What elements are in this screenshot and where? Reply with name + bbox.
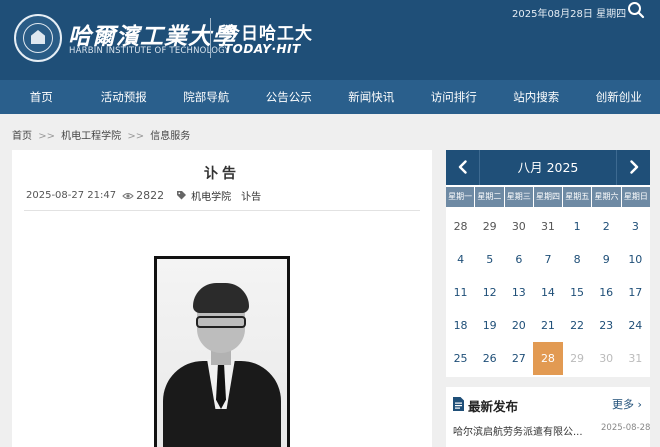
tag-obituary[interactable]: 讣告 bbox=[241, 188, 261, 203]
latest-post-link[interactable]: 哈尔滨启航劳务派遣有限公... bbox=[453, 423, 583, 438]
calendar-day[interactable]: 17 bbox=[621, 276, 650, 309]
article-datetime: 2025-08-27 21:47 bbox=[26, 190, 117, 201]
calendar-day[interactable]: 25 bbox=[446, 342, 475, 375]
calendar-day[interactable]: 5 bbox=[475, 243, 504, 276]
breadcrumb-separator: >> bbox=[127, 131, 145, 142]
calendar-week-row: 25 26 27 28 29 30 31 bbox=[446, 342, 650, 375]
calendar-week-row: 4 5 6 7 8 9 10 bbox=[446, 243, 650, 276]
portrait-glasses bbox=[196, 316, 246, 328]
calendar-day[interactable]: 11 bbox=[446, 276, 475, 309]
calendar-weekdays: 星期一 星期二 星期三 星期四 星期五 星期六 星期日 bbox=[446, 187, 650, 207]
calendar-day-today[interactable]: 28 bbox=[533, 342, 563, 375]
calendar-day[interactable]: 27 bbox=[504, 342, 533, 375]
divider bbox=[24, 210, 420, 211]
weekday-label: 星期日 bbox=[621, 187, 650, 207]
calendar-month-label: 八月 2025 bbox=[517, 160, 579, 175]
calendar-header: 八月 2025 bbox=[446, 150, 650, 185]
calendar-week-row: 18 19 20 21 22 23 24 bbox=[446, 309, 650, 342]
nav-item-home[interactable]: 首页 bbox=[0, 80, 83, 114]
logo-divider bbox=[210, 18, 211, 58]
latest-posts-title: 最新发布 bbox=[468, 399, 519, 414]
calendar-day[interactable]: 1 bbox=[563, 210, 592, 243]
calendar-day[interactable]: 29 bbox=[475, 210, 504, 243]
document-icon bbox=[453, 397, 464, 411]
portrait-photo bbox=[157, 259, 287, 447]
article-title: 讣告 bbox=[204, 166, 240, 182]
main-nav: 首页 活动预报 院部导航 公告公示 新闻快讯 访问排行 站内搜索 创新创业 bbox=[0, 80, 660, 114]
calendar-day[interactable]: 7 bbox=[533, 243, 562, 276]
calendar-day[interactable]: 14 bbox=[533, 276, 562, 309]
calendar-week-row: 28 29 30 31 1 2 3 bbox=[446, 210, 650, 243]
calendar-prev-button[interactable] bbox=[446, 150, 480, 185]
more-link[interactable]: 更多 › bbox=[612, 396, 642, 412]
portrait-hair bbox=[193, 283, 249, 313]
university-seal-logo[interactable] bbox=[14, 14, 62, 62]
nav-item-news[interactable]: 新闻快讯 bbox=[330, 80, 413, 114]
calendar-day[interactable]: 30 bbox=[592, 342, 621, 375]
latest-post-date: 2025-08-28 bbox=[601, 423, 651, 433]
calendar-day[interactable]: 15 bbox=[563, 276, 592, 309]
tag-college[interactable]: 机电学院 bbox=[191, 188, 231, 203]
latest-posts-panel: 最新发布 更多 › 哈尔滨启航劳务派遣有限公... 2025-08-28 bbox=[446, 387, 650, 447]
site-name-en: TODAY·HIT bbox=[224, 42, 301, 56]
calendar-day[interactable]: 6 bbox=[504, 243, 533, 276]
breadcrumb-college[interactable]: 机电工程学院 bbox=[61, 131, 121, 142]
tag-icon bbox=[177, 191, 187, 200]
article-card: 讣告 2025-08-27 21:47 2822 机电学院 讣告 bbox=[12, 150, 432, 447]
calendar-day[interactable]: 28 bbox=[446, 210, 475, 243]
weekday-label: 星期一 bbox=[446, 187, 475, 207]
site-header: 哈爾濱工業大學 HARBIN INSTITUTE OF TECHNOLOGY 今… bbox=[0, 0, 660, 80]
eye-icon bbox=[122, 192, 134, 199]
calendar-day[interactable]: 10 bbox=[621, 243, 650, 276]
nav-item-departments[interactable]: 院部导航 bbox=[165, 80, 248, 114]
calendar-day[interactable]: 13 bbox=[504, 276, 533, 309]
calendar-widget: 八月 2025 星期一 星期二 星期三 星期四 星期五 星期六 星期日 28 2… bbox=[446, 150, 650, 377]
view-count: 2822 bbox=[136, 189, 165, 202]
portrait-frame bbox=[154, 256, 290, 447]
nav-item-events[interactable]: 活动预报 bbox=[83, 80, 166, 114]
nav-item-search[interactable]: 站内搜索 bbox=[495, 80, 578, 114]
breadcrumb-separator: >> bbox=[38, 131, 55, 142]
calendar-day[interactable]: 19 bbox=[475, 309, 504, 342]
calendar-day[interactable]: 21 bbox=[533, 309, 562, 342]
calendar-day[interactable]: 31 bbox=[533, 210, 562, 243]
calendar-day[interactable]: 20 bbox=[504, 309, 533, 342]
search-icon[interactable] bbox=[627, 1, 645, 19]
calendar-day[interactable]: 24 bbox=[621, 309, 650, 342]
calendar-day[interactable]: 29 bbox=[563, 342, 592, 375]
weekday-label: 星期六 bbox=[592, 187, 621, 207]
current-date: 2025年08月28日 星期四 bbox=[512, 9, 627, 20]
calendar-day[interactable]: 9 bbox=[592, 243, 621, 276]
weekday-label: 星期三 bbox=[504, 187, 533, 207]
nav-item-ranking[interactable]: 访问排行 bbox=[413, 80, 496, 114]
calendar-day[interactable]: 23 bbox=[592, 309, 621, 342]
calendar-day[interactable]: 26 bbox=[475, 342, 504, 375]
calendar-day[interactable]: 12 bbox=[475, 276, 504, 309]
calendar-day[interactable]: 8 bbox=[563, 243, 592, 276]
calendar-day[interactable]: 31 bbox=[621, 342, 650, 375]
calendar-grid: 28 29 30 31 1 2 3 4 5 6 7 8 9 10 11 12 1… bbox=[446, 210, 650, 375]
calendar-day[interactable]: 4 bbox=[446, 243, 475, 276]
calendar-day[interactable]: 18 bbox=[446, 309, 475, 342]
calendar-day[interactable]: 2 bbox=[592, 210, 621, 243]
calendar-next-button[interactable] bbox=[616, 150, 650, 185]
calendar-day[interactable]: 16 bbox=[592, 276, 621, 309]
article-meta: 2025-08-27 21:47 2822 机电学院 讣告 bbox=[26, 188, 271, 203]
weekday-label: 星期四 bbox=[533, 187, 563, 207]
calendar-week-row: 11 12 13 14 15 16 17 bbox=[446, 276, 650, 309]
breadcrumb-info-service[interactable]: 信息服务 bbox=[150, 131, 190, 142]
weekday-label: 星期五 bbox=[563, 187, 592, 207]
nav-item-announcements[interactable]: 公告公示 bbox=[248, 80, 331, 114]
calendar-day[interactable]: 30 bbox=[504, 210, 533, 243]
chevron-left-icon bbox=[458, 160, 467, 174]
calendar-day[interactable]: 3 bbox=[621, 210, 650, 243]
calendar-day[interactable]: 22 bbox=[563, 309, 592, 342]
university-name-en: HARBIN INSTITUTE OF TECHNOLOGY bbox=[69, 46, 230, 56]
breadcrumb: 首页 >> 机电工程学院 >> 信息服务 bbox=[12, 127, 190, 142]
chevron-right-icon bbox=[630, 160, 639, 174]
site-name-cn[interactable]: 今日哈工大 bbox=[223, 19, 313, 44]
nav-item-innovation[interactable]: 创新创业 bbox=[578, 80, 660, 114]
breadcrumb-home[interactable]: 首页 bbox=[12, 131, 32, 142]
weekday-label: 星期二 bbox=[475, 187, 504, 207]
